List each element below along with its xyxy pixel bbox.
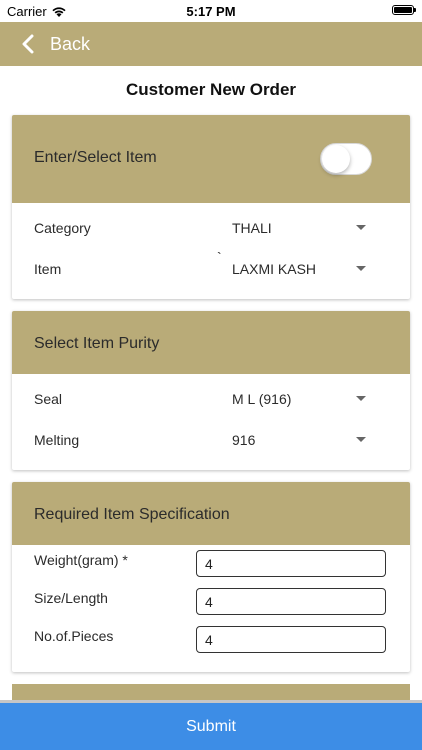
- seal-label: Seal: [34, 391, 63, 407]
- caret-down-icon: [356, 396, 366, 401]
- melting-value: 916: [232, 432, 256, 448]
- caret-down-icon: [356, 437, 366, 442]
- enter-select-item-title: Enter/Select Item: [34, 149, 157, 166]
- seal-row: Seal M L (916): [34, 391, 388, 411]
- chevron-left-icon: [22, 34, 34, 54]
- item-spec-header: Required Item Specification: [12, 482, 410, 545]
- battery-icon: [392, 5, 416, 15]
- item-row: Item ` LAXMI KASH: [34, 249, 388, 281]
- enter-select-item-card: Enter/Select Item Category THALI Item ` …: [12, 115, 410, 299]
- item-tick-mark: `: [217, 249, 222, 265]
- navigation-bar: Back: [0, 22, 422, 66]
- enter-select-item-header: Enter/Select Item: [12, 115, 410, 203]
- seal-value: M L (916): [232, 391, 292, 407]
- enter-select-toggle[interactable]: [320, 143, 372, 175]
- page-title: Customer New Order: [125, 80, 297, 99]
- item-purity-header: Select Item Purity: [12, 311, 410, 374]
- back-label: Back: [50, 33, 91, 54]
- melting-select[interactable]: 916: [232, 432, 372, 452]
- pieces-input[interactable]: [196, 626, 386, 653]
- status-time: 5:17 PM: [186, 4, 236, 19]
- weight-input[interactable]: [196, 550, 386, 577]
- melting-label: Melting: [34, 432, 80, 448]
- seal-select[interactable]: M L (916): [232, 391, 372, 411]
- caret-down-icon: [356, 266, 366, 271]
- item-select[interactable]: LAXMI KASH: [232, 261, 372, 281]
- category-select[interactable]: THALI: [232, 220, 372, 240]
- item-value: LAXMI KASH: [232, 261, 317, 277]
- category-value: THALI: [232, 220, 272, 236]
- status-bar: Carrier 5:17 PM: [0, 0, 422, 22]
- item-label: Item: [34, 261, 62, 277]
- item-purity-card: Select Item Purity Seal M L (916) Meltin…: [12, 311, 410, 470]
- category-row: Category THALI: [34, 220, 388, 240]
- caret-down-icon: [356, 225, 366, 230]
- item-purity-title: Select Item Purity: [34, 335, 160, 352]
- item-spec-card: Required Item Specification Weight(gram)…: [12, 482, 410, 672]
- category-label: Category: [34, 220, 91, 236]
- back-button[interactable]: Back: [22, 34, 90, 55]
- item-spec-title: Required Item Specification: [34, 506, 230, 523]
- submit-button[interactable]: Submit: [0, 700, 422, 750]
- melting-row: Melting 916: [34, 432, 388, 452]
- size-input[interactable]: [196, 588, 386, 615]
- toggle-knob: [322, 145, 350, 173]
